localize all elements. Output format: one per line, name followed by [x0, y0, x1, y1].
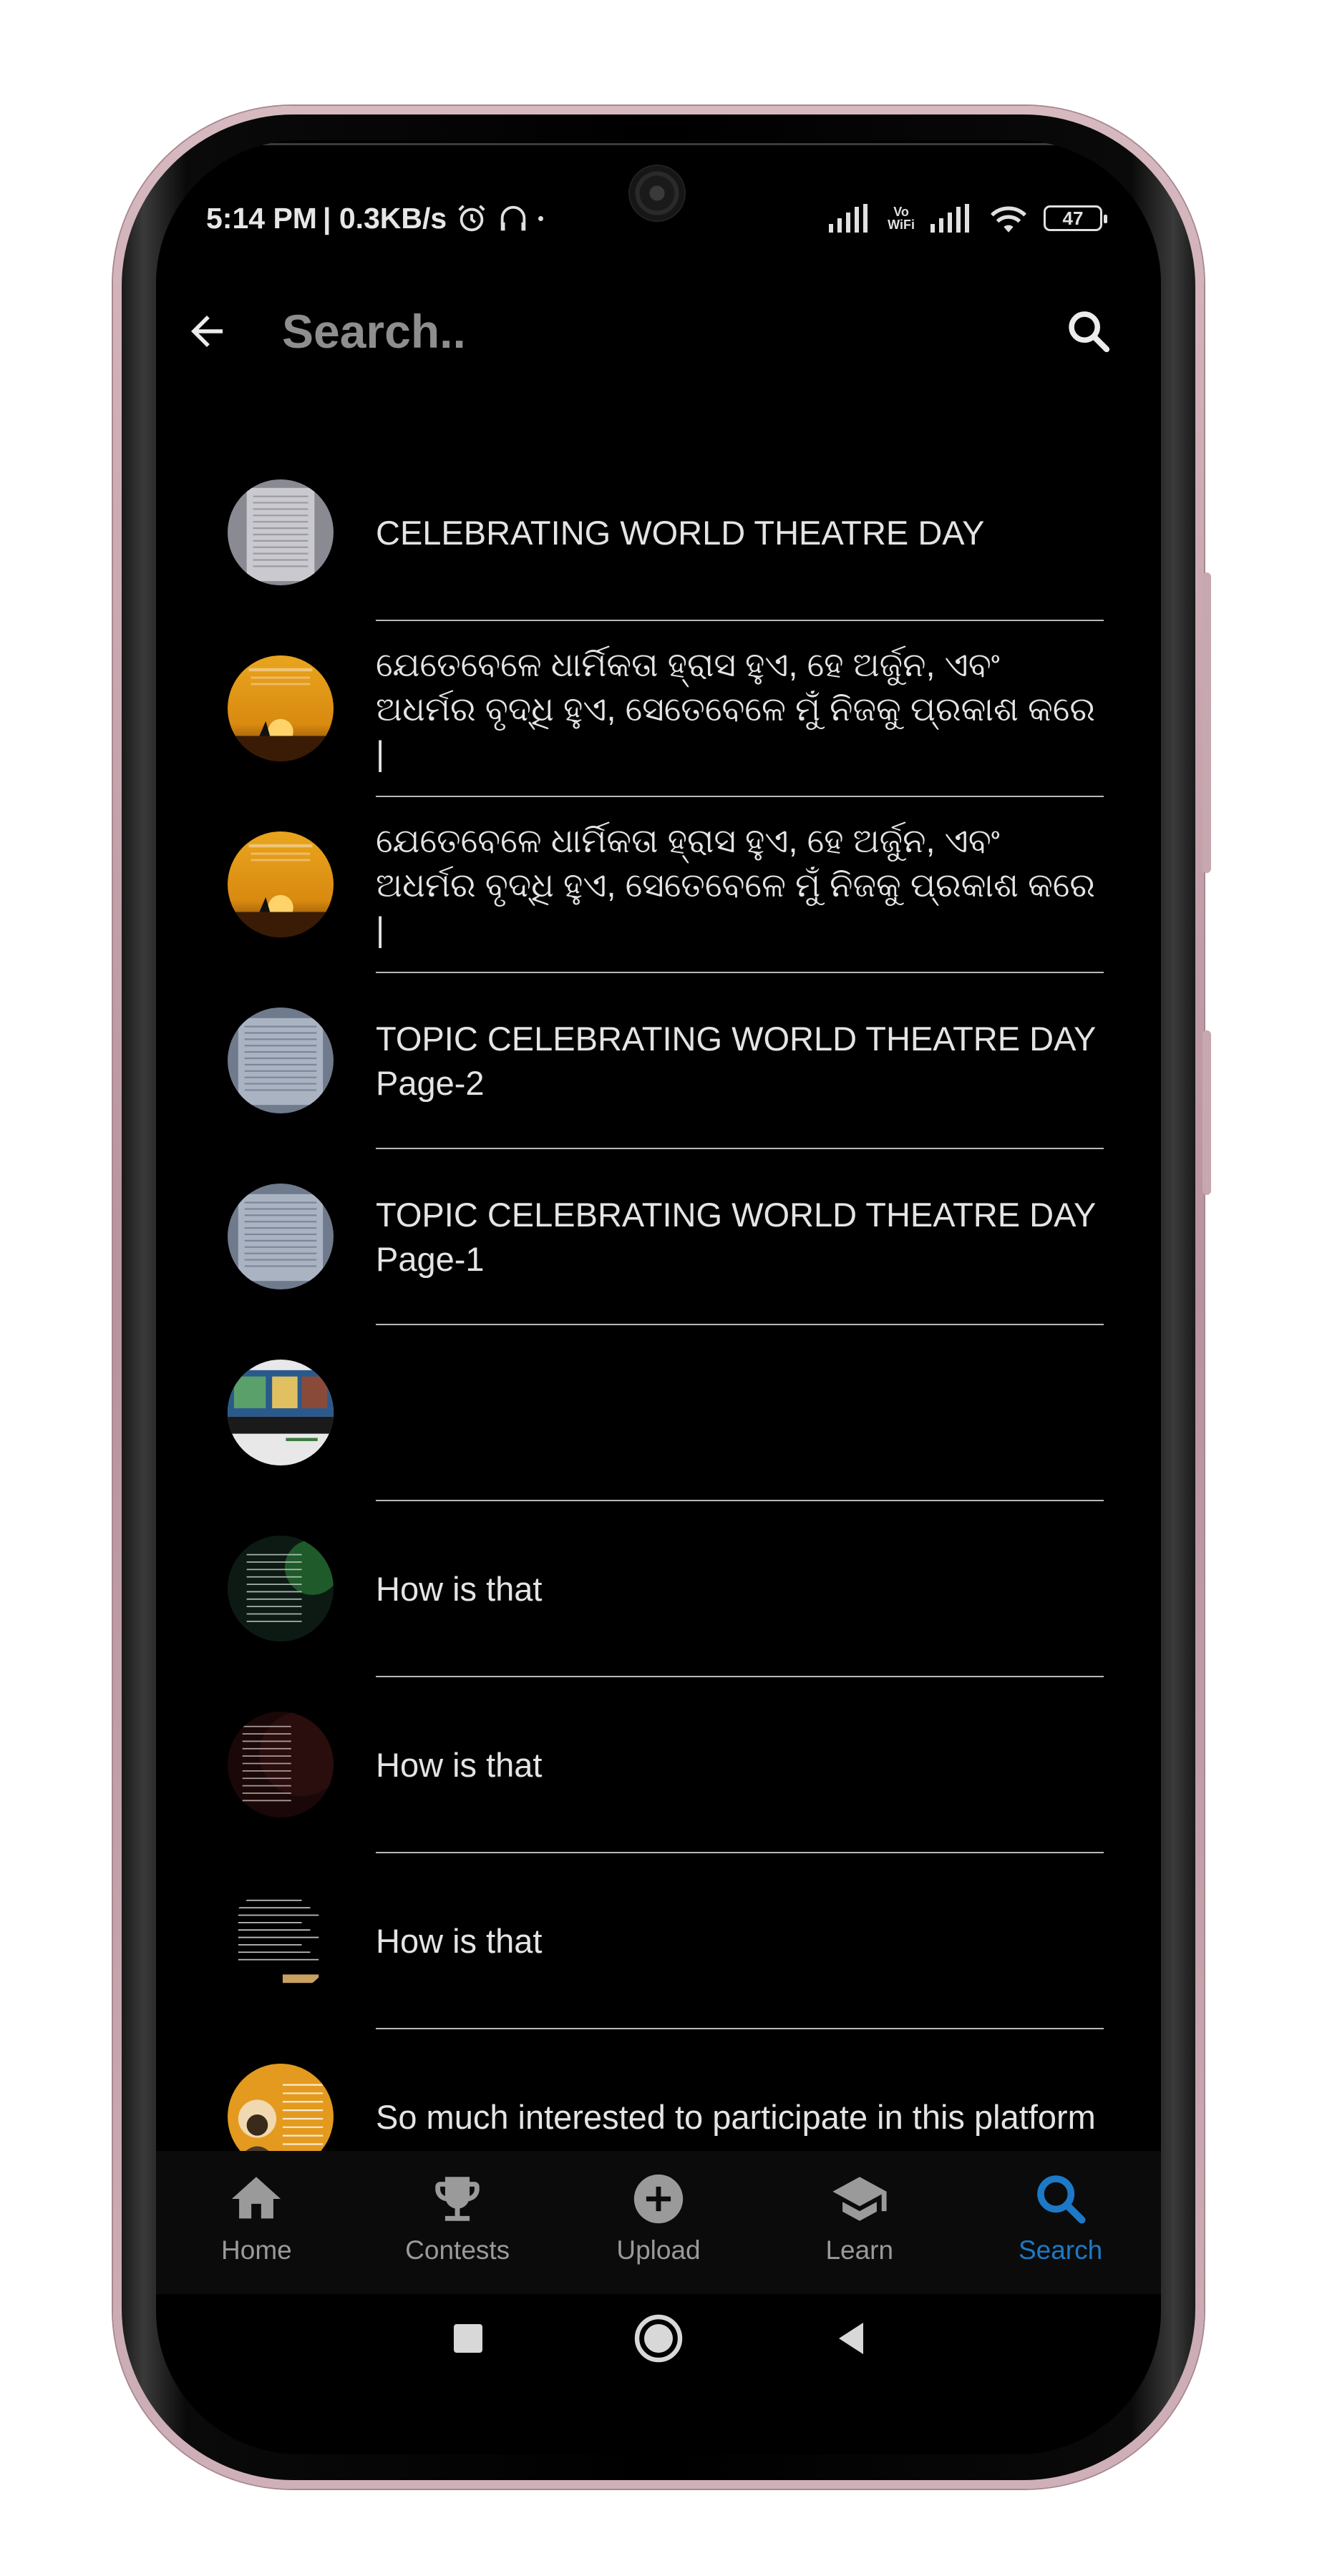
- list-item[interactable]: [156, 1325, 1161, 1501]
- nav-label: Search: [1018, 2235, 1103, 2265]
- back-triangle-icon[interactable]: [823, 2310, 880, 2367]
- trophy-icon: [435, 2177, 480, 2221]
- result-title: CELEBRATING WORLD THEATRE DAY: [376, 514, 985, 552]
- result-thumbnail: [228, 831, 334, 937]
- list-item[interactable]: TOPIC CELEBRATING WORLD THEATRE DAY Page…: [156, 973, 1161, 1149]
- power-button: [1202, 1030, 1211, 1195]
- list-item[interactable]: ଯେତେବେଳେ ଧାର୍ମିକତା ହ୍ରାସ ହୁଏ, ହେ ଅର୍ଜୁନ,…: [156, 621, 1161, 797]
- recents-square-icon[interactable]: [439, 2310, 497, 2367]
- list-item[interactable]: ଯେତେବେଳେ ଧାର୍ମିକତା ହ୍ରାସ ହୁଏ, ହେ ଅର୍ଜୁନ,…: [156, 797, 1161, 973]
- result-thumbnail: [228, 1536, 334, 1641]
- nav-contests[interactable]: Contests: [386, 2151, 529, 2294]
- result-thumbnail: [228, 1888, 334, 1994]
- status-bar-left: 5:14 PM | 0.3KB/s: [206, 200, 544, 236]
- result-thumbnail: [228, 655, 334, 761]
- result-title: TOPIC CELEBRATING WORLD THEATRE DAY Page…: [376, 1020, 1096, 1102]
- result-thumbnail: [228, 1008, 334, 1113]
- list-item[interactable]: How is that: [156, 1677, 1161, 1853]
- result-thumbnail: [228, 1712, 334, 1818]
- result-title: ଯେତେବେଳେ ଧାର୍ମିକତା ହ୍ରାସ ହୁଏ, ହେ ଅର୍ଜୁନ,…: [376, 821, 1095, 948]
- list-item[interactable]: How is that: [156, 1501, 1161, 1677]
- add-circle-icon: [633, 2174, 684, 2224]
- nav-label: Home: [221, 2235, 292, 2265]
- nav-learn[interactable]: Learn: [788, 2151, 931, 2294]
- earpiece-line: [256, 143, 1061, 145]
- signal-2-icon: [930, 204, 969, 233]
- front-camera: [630, 166, 684, 220]
- alarm-icon: [458, 205, 485, 232]
- result-title: How is that: [376, 1746, 543, 1784]
- list-item[interactable]: CELEBRATING WORLD THEATRE DAY: [156, 445, 1161, 621]
- list-item[interactable]: How is that: [156, 1853, 1161, 2029]
- bottom-navigation: Home Contests Upload Learn Search: [156, 2151, 1161, 2294]
- screen: 5:14 PM | 0.3KB/s VoWiFi 47 CELEBRATING …: [156, 140, 1161, 2454]
- search-icon: [1036, 2175, 1086, 2224]
- nav-search[interactable]: Search: [989, 2151, 1132, 2294]
- home-circle-icon[interactable]: [630, 2310, 687, 2367]
- search-results-list: CELEBRATING WORLD THEATRE DAY ଯେତେବେଳେ ଧା…: [156, 445, 1161, 2205]
- vowifi-icon: Vo WiFi: [888, 205, 915, 232]
- signal-icon: [829, 204, 868, 233]
- headphones-icon: [500, 205, 526, 231]
- result-title: How is that: [376, 1570, 543, 1608]
- volume-button: [1202, 572, 1211, 873]
- search-icon[interactable]: [1064, 306, 1114, 356]
- nav-label: Upload: [616, 2235, 701, 2265]
- nav-label: Contests: [405, 2235, 510, 2265]
- result-thumbnail: [228, 1184, 334, 1289]
- system-navigation-bar: [156, 2294, 1161, 2387]
- result-title: ଯେତେବେଳେ ଧାର୍ମିକତା ହ୍ରାସ ହୁଏ, ହେ ଅର୍ଜୁନ,…: [376, 645, 1095, 772]
- list-item[interactable]: TOPIC CELEBRATING WORLD THEATRE DAY Page…: [156, 1149, 1161, 1325]
- battery-icon: 47: [1044, 205, 1107, 231]
- result-thumbnail: [228, 1360, 334, 1465]
- result-title: [376, 1325, 1104, 1501]
- search-input[interactable]: [282, 302, 998, 361]
- result-title: How is that: [376, 1922, 543, 1960]
- status-time: 5:14 PM: [206, 201, 317, 235]
- nav-label: Learn: [825, 2235, 894, 2265]
- status-bar-right: Vo WiFi 47: [829, 199, 1107, 238]
- nav-home[interactable]: Home: [185, 2151, 328, 2294]
- result-thumbnail: [228, 479, 334, 585]
- result-title: TOPIC CELEBRATING WORLD THEATRE DAY Page…: [376, 1196, 1096, 1278]
- home-icon: [232, 2177, 281, 2219]
- wifi-icon: [991, 206, 1026, 233]
- back-arrow-icon[interactable]: [183, 308, 230, 355]
- nav-upload[interactable]: Upload: [587, 2151, 730, 2294]
- status-speed: | 0.3KB/s: [322, 201, 447, 235]
- notification-dot-icon: [538, 215, 544, 221]
- search-header: [156, 288, 1161, 374]
- school-icon: [832, 2177, 887, 2221]
